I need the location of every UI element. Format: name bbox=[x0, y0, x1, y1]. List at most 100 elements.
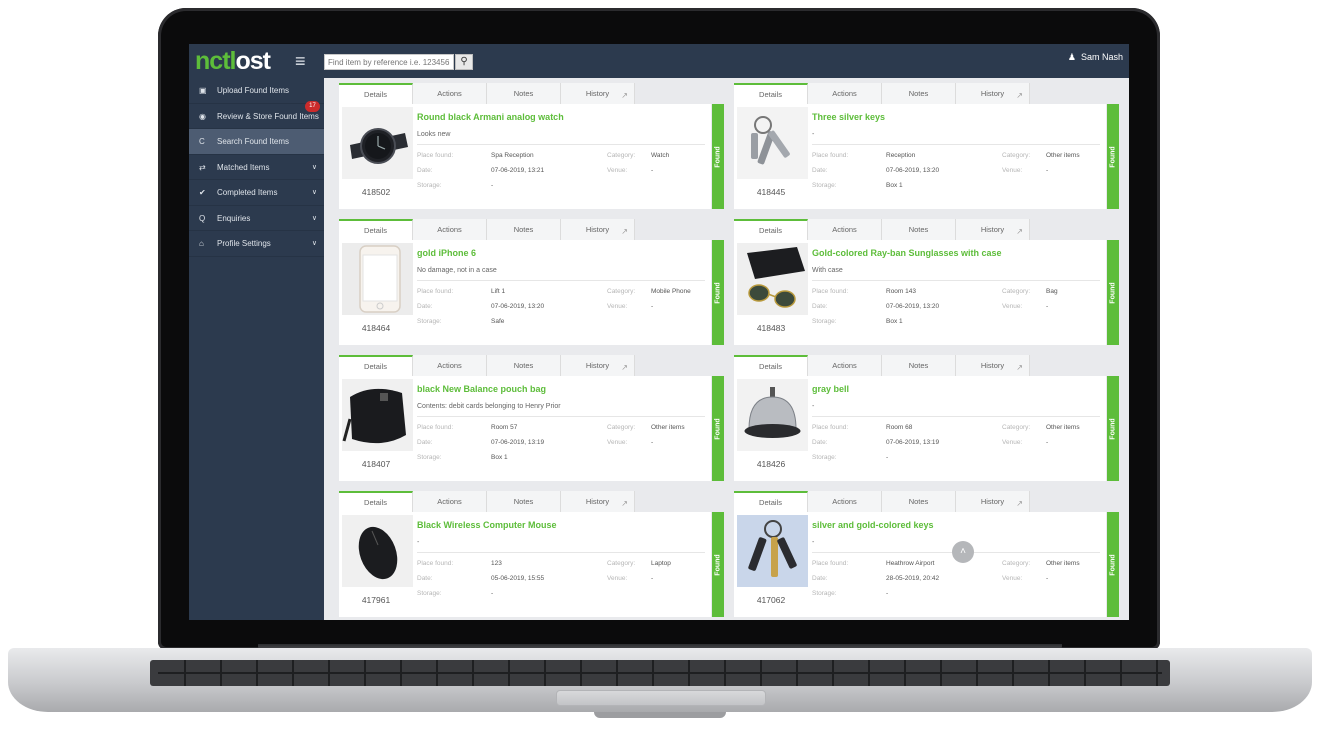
item-reference: 418407 bbox=[361, 459, 391, 469]
item-photo[interactable] bbox=[737, 379, 808, 451]
tab-details[interactable]: Details bbox=[339, 219, 413, 240]
tab-details[interactable]: Details bbox=[339, 355, 413, 376]
place-found-label: Place found: bbox=[812, 560, 849, 567]
tab-actions[interactable]: Actions bbox=[413, 491, 487, 512]
item-photo[interactable] bbox=[737, 107, 808, 179]
tab-notes[interactable]: Notes bbox=[487, 355, 561, 376]
tab-details[interactable]: Details bbox=[339, 491, 413, 512]
tab-details[interactable]: Details bbox=[734, 491, 808, 512]
tab-actions[interactable]: Actions bbox=[808, 491, 882, 512]
storage-value: - bbox=[886, 590, 889, 597]
item-title[interactable]: gray bell bbox=[812, 384, 849, 394]
tab-notes[interactable]: Notes bbox=[487, 491, 561, 512]
item-photo[interactable] bbox=[737, 515, 808, 587]
card-divider bbox=[812, 280, 1100, 281]
search-input[interactable] bbox=[324, 54, 454, 70]
category-value: Laptop bbox=[651, 560, 671, 567]
tab-actions[interactable]: Actions bbox=[808, 219, 882, 240]
tab-notes[interactable]: Notes bbox=[882, 355, 956, 376]
item-photo[interactable] bbox=[342, 107, 413, 179]
item-photo[interactable] bbox=[737, 243, 808, 315]
item-reference: 418445 bbox=[756, 187, 786, 197]
tab-history[interactable]: History ↗ bbox=[561, 355, 635, 376]
tab-history[interactable]: History ↗ bbox=[561, 83, 635, 104]
tab-notes[interactable]: Notes bbox=[882, 83, 956, 104]
place-found-value: Room 68 bbox=[886, 424, 913, 431]
keyboard-row-divider bbox=[158, 672, 1162, 674]
status-label: Found bbox=[714, 553, 722, 576]
venue-label: Venue: bbox=[607, 167, 628, 174]
sidebar-item-profile-settings[interactable]: ⌂ Profile Settings ∨ bbox=[189, 231, 324, 257]
tab-history[interactable]: History ↗ bbox=[956, 355, 1030, 376]
tab-actions[interactable]: Actions bbox=[808, 355, 882, 376]
sidebar-item-search-found-items[interactable]: C Search Found Items bbox=[189, 129, 324, 155]
item-title[interactable]: Black Wireless Computer Mouse bbox=[417, 520, 556, 530]
date-value: 07-06-2019, 13:19 bbox=[886, 439, 940, 446]
tab-notes[interactable]: Notes bbox=[882, 491, 956, 512]
sidebar-item-matched-items[interactable]: ⇄ Matched Items ∨ bbox=[189, 155, 324, 180]
item-photo[interactable] bbox=[342, 379, 413, 451]
venue-value: - bbox=[1046, 439, 1049, 446]
sidebar-item-completed-items[interactable]: ✔ Completed Items ∨ bbox=[189, 180, 324, 206]
item-title[interactable]: black New Balance pouch bag bbox=[417, 384, 546, 394]
sidebar-item-label: Review & Store Found Items bbox=[217, 111, 319, 121]
category-label: Category: bbox=[1002, 152, 1031, 159]
card-body: 418464 gold iPhone 6 No damage, not in a c… bbox=[339, 240, 711, 345]
tab-history-label: History bbox=[585, 361, 610, 370]
tab-history[interactable]: History ↗ bbox=[561, 491, 635, 512]
tab-notes[interactable]: Notes bbox=[487, 83, 561, 104]
item-photo[interactable] bbox=[342, 243, 413, 315]
sidebar: ▣ Upload Found Items ◉ Review & Store Found… bbox=[189, 78, 324, 620]
category-value: Other items bbox=[651, 424, 685, 431]
tab-actions[interactable]: Actions bbox=[413, 83, 487, 104]
storage-label: Storage: bbox=[812, 590, 837, 597]
item-title[interactable]: silver and gold-colored keys bbox=[812, 520, 934, 530]
item-description: - bbox=[812, 403, 815, 410]
card-tabs: Details Actions Notes History ↗ bbox=[734, 219, 1032, 240]
tab-details[interactable]: Details bbox=[734, 355, 808, 376]
tab-history-label: History bbox=[585, 89, 610, 98]
tab-history[interactable]: History ↗ bbox=[956, 491, 1030, 512]
tab-notes[interactable]: Notes bbox=[882, 219, 956, 240]
sidebar-item-review-store-found-items[interactable]: ◉ Review & Store Found Items 17 bbox=[189, 100, 324, 129]
item-title[interactable]: Round black Armani analog watch bbox=[417, 112, 564, 122]
card-body: 418502 Round black Armani analog watch Loo… bbox=[339, 104, 711, 209]
sidebar-item-enquiries[interactable]: Q Enquiries ∨ bbox=[189, 206, 324, 231]
place-found-label: Place found: bbox=[812, 288, 849, 295]
card-tabs: Details Actions Notes History ↗ bbox=[339, 219, 637, 240]
tab-actions[interactable]: Actions bbox=[413, 355, 487, 376]
venue-value: - bbox=[1046, 575, 1049, 582]
tab-history[interactable]: History ↗ bbox=[956, 219, 1030, 240]
tab-details[interactable]: Details bbox=[734, 83, 808, 104]
item-title[interactable]: Three silver keys bbox=[812, 112, 885, 122]
category-value: Other items bbox=[1046, 424, 1080, 431]
item-reference: 418464 bbox=[361, 323, 391, 333]
item-photo[interactable] bbox=[342, 515, 413, 587]
item-reference: 417961 bbox=[361, 595, 391, 605]
card-body: 417961 Black Wireless Computer Mouse - Plac… bbox=[339, 512, 711, 617]
tab-history[interactable]: History ↗ bbox=[561, 219, 635, 240]
item-title[interactable]: Gold-colored Ray-ban Sunglasses with cas… bbox=[812, 248, 1002, 258]
item-title[interactable]: gold iPhone 6 bbox=[417, 248, 476, 258]
tab-details[interactable]: Details bbox=[734, 219, 808, 240]
tab-actions[interactable]: Actions bbox=[413, 219, 487, 240]
user-menu[interactable]: ♟ Sam Nash bbox=[1068, 52, 1123, 63]
place-found-label: Place found: bbox=[417, 288, 454, 295]
tab-history[interactable]: History ↗ bbox=[956, 83, 1030, 104]
item-reference: 418426 bbox=[756, 459, 786, 469]
date-value: 28-05-2019, 20:42 bbox=[886, 575, 940, 582]
storage-label: Storage: bbox=[417, 454, 442, 461]
tab-actions[interactable]: Actions bbox=[808, 83, 882, 104]
sidebar-item-upload-found-items[interactable]: ▣ Upload Found Items bbox=[189, 78, 324, 104]
storage-label: Storage: bbox=[812, 182, 837, 189]
refresh-icon: C bbox=[199, 137, 205, 146]
status-badge: Found bbox=[1107, 240, 1119, 345]
tab-details[interactable]: Details bbox=[339, 83, 413, 104]
tab-notes[interactable]: Notes bbox=[487, 219, 561, 240]
notlost-logo[interactable]: nctlost bbox=[195, 47, 271, 75]
category-label: Category: bbox=[607, 560, 636, 567]
category-value: Mobile Phone bbox=[651, 288, 691, 295]
search-button[interactable]: ⚲ bbox=[455, 54, 473, 70]
hamburger-icon[interactable]: ≡ bbox=[295, 52, 306, 70]
scroll-top-button[interactable]: ˄ bbox=[952, 541, 974, 563]
